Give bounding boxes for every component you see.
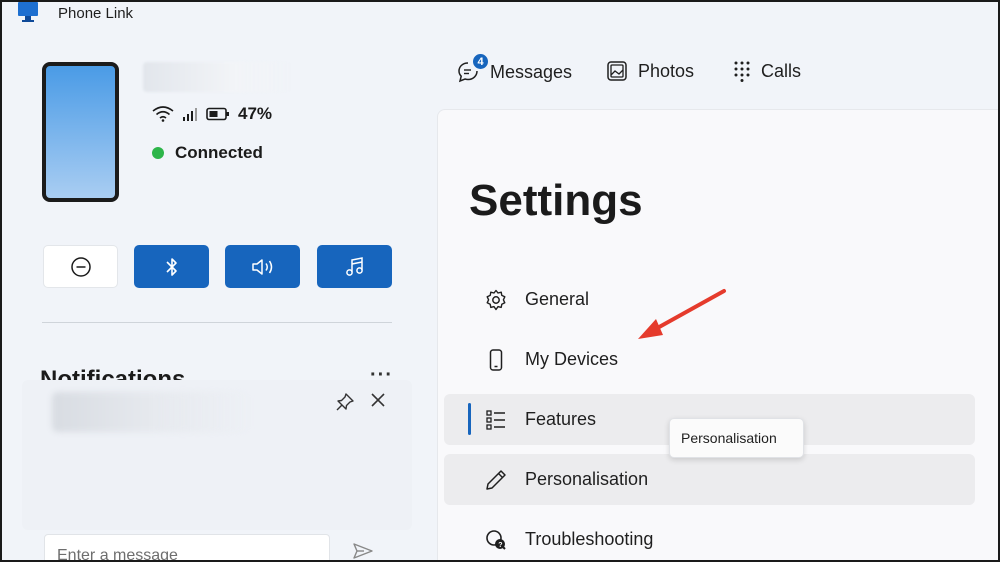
message-input[interactable] bbox=[44, 534, 330, 562]
app-title: Phone Link bbox=[58, 5, 134, 22]
settings-item-label: General bbox=[525, 289, 590, 309]
music-button[interactable] bbox=[317, 245, 392, 288]
settings-item-personalisation[interactable]: Personalisation bbox=[444, 454, 975, 505]
notification-content-blurred bbox=[52, 392, 252, 432]
features-list-icon bbox=[484, 408, 508, 432]
settings-title: Settings bbox=[469, 176, 643, 225]
settings-item-troubleshooting[interactable]: ? Troubleshooting bbox=[444, 514, 975, 562]
battery-percentage: 47% bbox=[238, 104, 273, 123]
personalisation-tooltip: Personalisation bbox=[669, 418, 804, 458]
dialpad-icon bbox=[734, 61, 750, 82]
connection-status: Connected bbox=[152, 143, 263, 163]
do-not-disturb-icon bbox=[70, 256, 91, 277]
panel-divider bbox=[42, 322, 392, 323]
selected-indicator bbox=[468, 403, 471, 435]
pen-icon bbox=[484, 468, 508, 492]
close-icon[interactable] bbox=[370, 392, 386, 408]
audio-icon bbox=[251, 258, 272, 275]
phone-icon bbox=[484, 348, 508, 372]
settings-item-label: Personalisation bbox=[525, 469, 649, 489]
connection-label: Connected bbox=[175, 143, 263, 162]
pin-icon[interactable] bbox=[335, 392, 355, 412]
device-name-blurred bbox=[143, 62, 293, 92]
tab-messages-label: Messages bbox=[490, 61, 573, 82]
device-status-row: 47% bbox=[152, 104, 272, 124]
gear-icon bbox=[484, 288, 508, 312]
music-icon bbox=[345, 256, 363, 276]
settings-item-label: My Devices bbox=[525, 349, 619, 369]
battery-icon bbox=[206, 107, 229, 121]
bluetooth-icon bbox=[165, 257, 177, 276]
svg-text:?: ? bbox=[498, 542, 502, 549]
notification-card[interactable] bbox=[22, 380, 412, 530]
red-annotation-arrow-icon bbox=[638, 289, 726, 339]
bluetooth-button[interactable] bbox=[134, 245, 209, 288]
tab-calls-label: Calls bbox=[761, 60, 802, 81]
title-bar: Phone Link bbox=[0, 0, 1000, 32]
wifi-icon bbox=[152, 106, 174, 122]
signal-icon bbox=[183, 108, 197, 121]
settings-item-label: Troubleshooting bbox=[525, 529, 654, 549]
tab-photos[interactable]: Photos bbox=[606, 60, 694, 82]
do-not-disturb-button[interactable] bbox=[43, 245, 118, 288]
phone-image bbox=[42, 62, 119, 202]
photos-icon bbox=[607, 61, 627, 81]
connected-dot-icon bbox=[152, 147, 164, 159]
send-icon[interactable] bbox=[352, 542, 374, 560]
phone-link-app-icon bbox=[18, 2, 38, 22]
tab-photos-label: Photos bbox=[638, 60, 695, 81]
troubleshoot-icon: ? bbox=[484, 528, 508, 552]
tab-calls[interactable]: Calls bbox=[733, 60, 801, 82]
messages-unread-badge: 4 bbox=[471, 52, 490, 71]
settings-item-label: Features bbox=[525, 409, 597, 429]
audio-button[interactable] bbox=[225, 245, 300, 288]
